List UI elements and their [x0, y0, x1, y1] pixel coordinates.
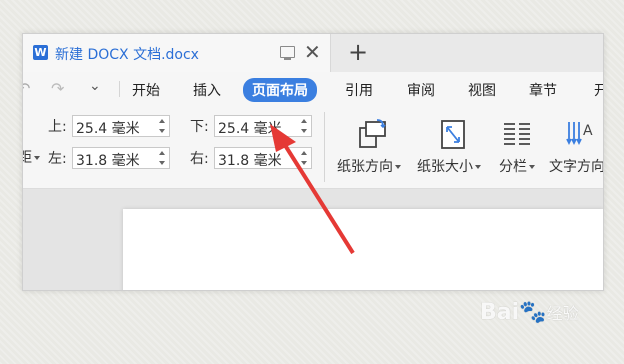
baidu-watermark: Bai🐾经验: [480, 300, 579, 325]
arrow-head: [270, 124, 296, 152]
paw-icon: 🐾: [519, 300, 547, 325]
arrow-shaft: [281, 140, 355, 255]
